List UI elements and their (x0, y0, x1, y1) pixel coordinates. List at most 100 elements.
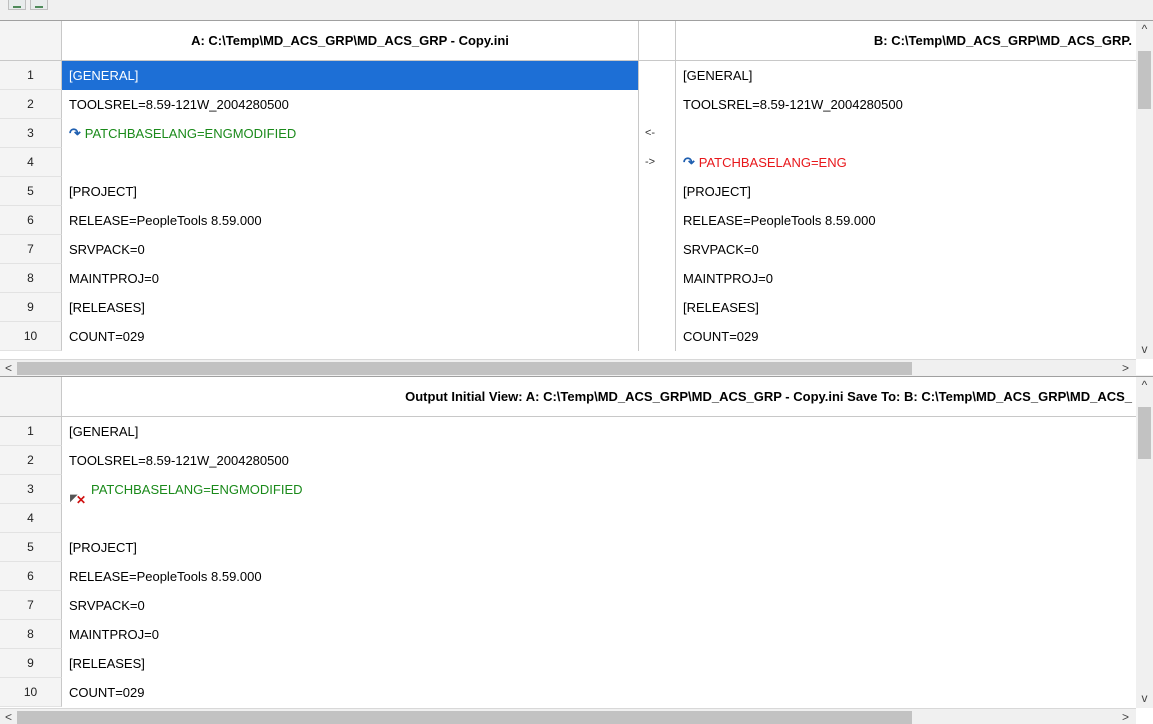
output-line-label: [PROJECT] (69, 540, 137, 555)
output-scroll-left-arrow[interactable]: < (0, 709, 17, 724)
line-number: 9 (0, 649, 62, 678)
toolbar (0, 0, 1153, 20)
right-line-text[interactable]: [PROJECT] (676, 177, 1136, 206)
scroll-up-arrow[interactable]: ^ (1136, 21, 1153, 38)
toolbar-button-1[interactable] (8, 0, 26, 10)
output-line-text[interactable]: [RELEASES] (62, 649, 1136, 678)
curved-arrow-icon: ↷ (683, 154, 695, 170)
line-number: 3 (0, 475, 62, 504)
compare-horizontal-scrollbar[interactable]: < > (0, 359, 1136, 375)
left-line-text[interactable]: MAINTPROJ=0 (62, 264, 638, 293)
compare-action-cell: -> (638, 148, 676, 177)
output-line-label: COUNT=029 (69, 685, 145, 700)
output-header: Output Initial View: A: C:\Temp\MD_ACS_G… (62, 377, 1136, 417)
curved-arrow-icon: ↷ (69, 125, 81, 141)
left-line-text[interactable]: [GENERAL] (62, 61, 638, 90)
output-line-label: RELEASE=PeopleTools 8.59.000 (69, 569, 262, 584)
toolbar-button-2[interactable] (30, 0, 48, 10)
output-horizontal-scroll-thumb[interactable] (17, 711, 912, 724)
output-line-label: [GENERAL] (69, 424, 139, 439)
line-number: 6 (0, 562, 62, 591)
right-line-text[interactable]: TOOLSREL=8.59-121W_2004280500 (676, 90, 1136, 119)
output-line-text[interactable]: [GENERAL] (62, 417, 1136, 446)
left-file-header: A: C:\Temp\MD_ACS_GRP\MD_ACS_GRP - Copy.… (62, 21, 638, 61)
right-line-text[interactable]: SRVPACK=0 (676, 235, 1136, 264)
line-number: 5 (0, 533, 62, 562)
left-line-text[interactable]: SRVPACK=0 (62, 235, 638, 264)
left-line-label: [RELEASES] (69, 300, 145, 315)
horizontal-scroll-thumb[interactable] (17, 362, 912, 375)
compare-action-cell (638, 264, 676, 293)
output-line-text[interactable]: COUNT=029 (62, 678, 1136, 707)
copy-to-left-button[interactable]: <- (645, 127, 655, 139)
line-number: 10 (0, 322, 62, 351)
output-line-label: SRVPACK=0 (69, 598, 145, 613)
output-vertical-scrollbar[interactable]: ^ v (1136, 377, 1153, 708)
right-line-text[interactable]: [RELEASES] (676, 293, 1136, 322)
compare-action-cell (638, 322, 676, 351)
line-number: 8 (0, 620, 62, 649)
compare-action-cell (638, 293, 676, 322)
line-number: 4 (0, 504, 62, 533)
output-scroll-up-arrow[interactable]: ^ (1136, 377, 1153, 394)
right-line-text[interactable]: MAINTPROJ=0 (676, 264, 1136, 293)
right-line-text[interactable]: ↷ PATCHBASELANG=ENG (676, 148, 1136, 177)
line-number: 9 (0, 293, 62, 322)
compare-vertical-scrollbar[interactable]: ^ v (1136, 21, 1153, 359)
left-line-text[interactable] (62, 148, 638, 177)
output-vertical-scroll-thumb[interactable] (1138, 407, 1151, 459)
compare-action-cell (638, 206, 676, 235)
output-line-text[interactable]: ◤ ✕ PATCHBASELANG=ENGMODIFIED (62, 475, 1136, 504)
output-line-text[interactable]: TOOLSREL=8.59-121W_2004280500 (62, 446, 1136, 475)
left-line-text[interactable]: ↷ PATCHBASELANG=ENGMODIFIED (62, 119, 638, 148)
right-line-label: [RELEASES] (683, 300, 759, 315)
output-line-text[interactable]: MAINTPROJ=0 (62, 620, 1136, 649)
left-line-text[interactable]: TOOLSREL=8.59-121W_2004280500 (62, 90, 638, 119)
output-line-text[interactable]: RELEASE=PeopleTools 8.59.000 (62, 562, 1136, 591)
right-line-text[interactable]: COUNT=029 (676, 322, 1136, 351)
vertical-scroll-thumb[interactable] (1138, 51, 1151, 109)
line-number: 7 (0, 235, 62, 264)
left-line-text[interactable]: [RELEASES] (62, 293, 638, 322)
compare-action-cell (638, 235, 676, 264)
output-horizontal-scrollbar[interactable]: < > (0, 708, 1136, 724)
right-line-text[interactable] (676, 119, 1136, 148)
right-line-label: [PROJECT] (683, 184, 751, 199)
output-scroll-down-arrow[interactable]: v (1136, 690, 1153, 707)
right-line-label: TOOLSREL=8.59-121W_2004280500 (683, 97, 903, 112)
left-line-label: PATCHBASELANG=ENGMODIFIED (84, 126, 297, 141)
rejected-change-icon: ◤ ✕ (70, 492, 87, 504)
line-number: 5 (0, 177, 62, 206)
output-pane: Output Initial View: A: C:\Temp\MD_ACS_G… (0, 376, 1153, 724)
scroll-right-arrow[interactable]: > (1117, 360, 1134, 375)
right-line-text[interactable]: [GENERAL] (676, 61, 1136, 90)
left-line-text[interactable]: [PROJECT] (62, 177, 638, 206)
line-number: 2 (0, 90, 62, 119)
left-line-label: MAINTPROJ=0 (69, 271, 159, 286)
scroll-left-arrow[interactable]: < (0, 360, 17, 375)
line-number: 10 (0, 678, 62, 707)
left-line-text[interactable]: RELEASE=PeopleTools 8.59.000 (62, 206, 638, 235)
compare-action-cell: <- (638, 119, 676, 148)
scroll-down-arrow[interactable]: v (1136, 341, 1153, 358)
output-line-text[interactable]: SRVPACK=0 (62, 591, 1136, 620)
right-line-text[interactable]: RELEASE=PeopleTools 8.59.000 (676, 206, 1136, 235)
left-line-text[interactable]: COUNT=029 (62, 322, 638, 351)
line-number: 4 (0, 148, 62, 177)
copy-to-right-button[interactable]: -> (645, 156, 655, 168)
left-line-label: SRVPACK=0 (69, 242, 145, 257)
right-line-label: COUNT=029 (683, 329, 759, 344)
compare-action-header (638, 21, 676, 61)
output-line-text[interactable]: [PROJECT] (62, 533, 1136, 562)
left-line-label: TOOLSREL=8.59-121W_2004280500 (69, 97, 289, 112)
line-number-header (0, 21, 62, 61)
compare-pane: A: C:\Temp\MD_ACS_GRP\MD_ACS_GRP - Copy.… (0, 20, 1153, 375)
output-scroll-right-arrow[interactable]: > (1117, 709, 1134, 724)
right-line-label: PATCHBASELANG=ENG (698, 155, 847, 170)
right-line-label: MAINTPROJ=0 (683, 271, 773, 286)
line-number: 1 (0, 417, 62, 446)
left-line-label: [GENERAL] (69, 68, 139, 83)
output-line-label: PATCHBASELANG=ENGMODIFIED (91, 482, 303, 497)
compare-action-cell (638, 177, 676, 206)
output-line-text[interactable] (62, 504, 1136, 533)
